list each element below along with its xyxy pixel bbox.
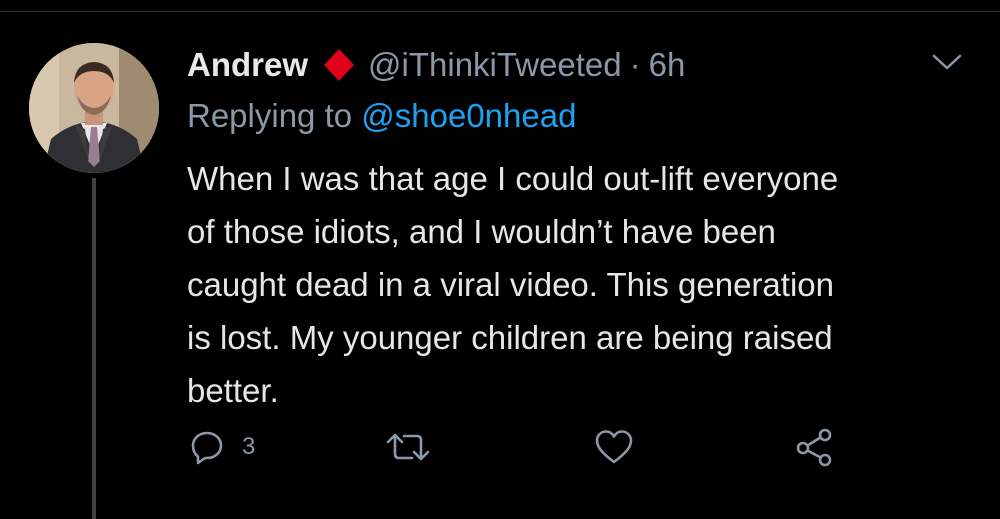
tweet-time[interactable]: 6h [649, 46, 686, 84]
tweet-text: When I was that age I could out-lift eve… [187, 160, 839, 409]
tweet-header: Andrew @iThinkiTweeted · 6h [187, 44, 685, 86]
reply-icon [188, 428, 226, 466]
separator-dot: · [629, 46, 641, 83]
replying-prefix: Replying to [187, 97, 362, 134]
author-handle[interactable]: @iThinkiTweeted [368, 46, 622, 84]
reply-button[interactable]: 3 [188, 425, 255, 469]
chevron-down-icon[interactable] [930, 50, 964, 74]
retweet-icon [384, 428, 432, 466]
tweet-actions: 3 [188, 425, 848, 469]
heart-icon [594, 428, 634, 466]
replying-to: Replying to @shoe0nhead [187, 97, 576, 135]
share-button[interactable] [794, 425, 834, 469]
author-name[interactable]: Andrew [187, 46, 308, 84]
top-divider [0, 11, 1000, 12]
red-diamond-icon [322, 48, 356, 82]
reply-count: 3 [242, 433, 256, 460]
avatar[interactable] [29, 43, 159, 173]
like-button[interactable] [594, 425, 634, 469]
reply-mention-link[interactable]: @shoe0nhead [361, 97, 576, 134]
share-icon [794, 427, 834, 467]
thread-line [92, 178, 96, 519]
retweet-button[interactable] [384, 425, 432, 469]
